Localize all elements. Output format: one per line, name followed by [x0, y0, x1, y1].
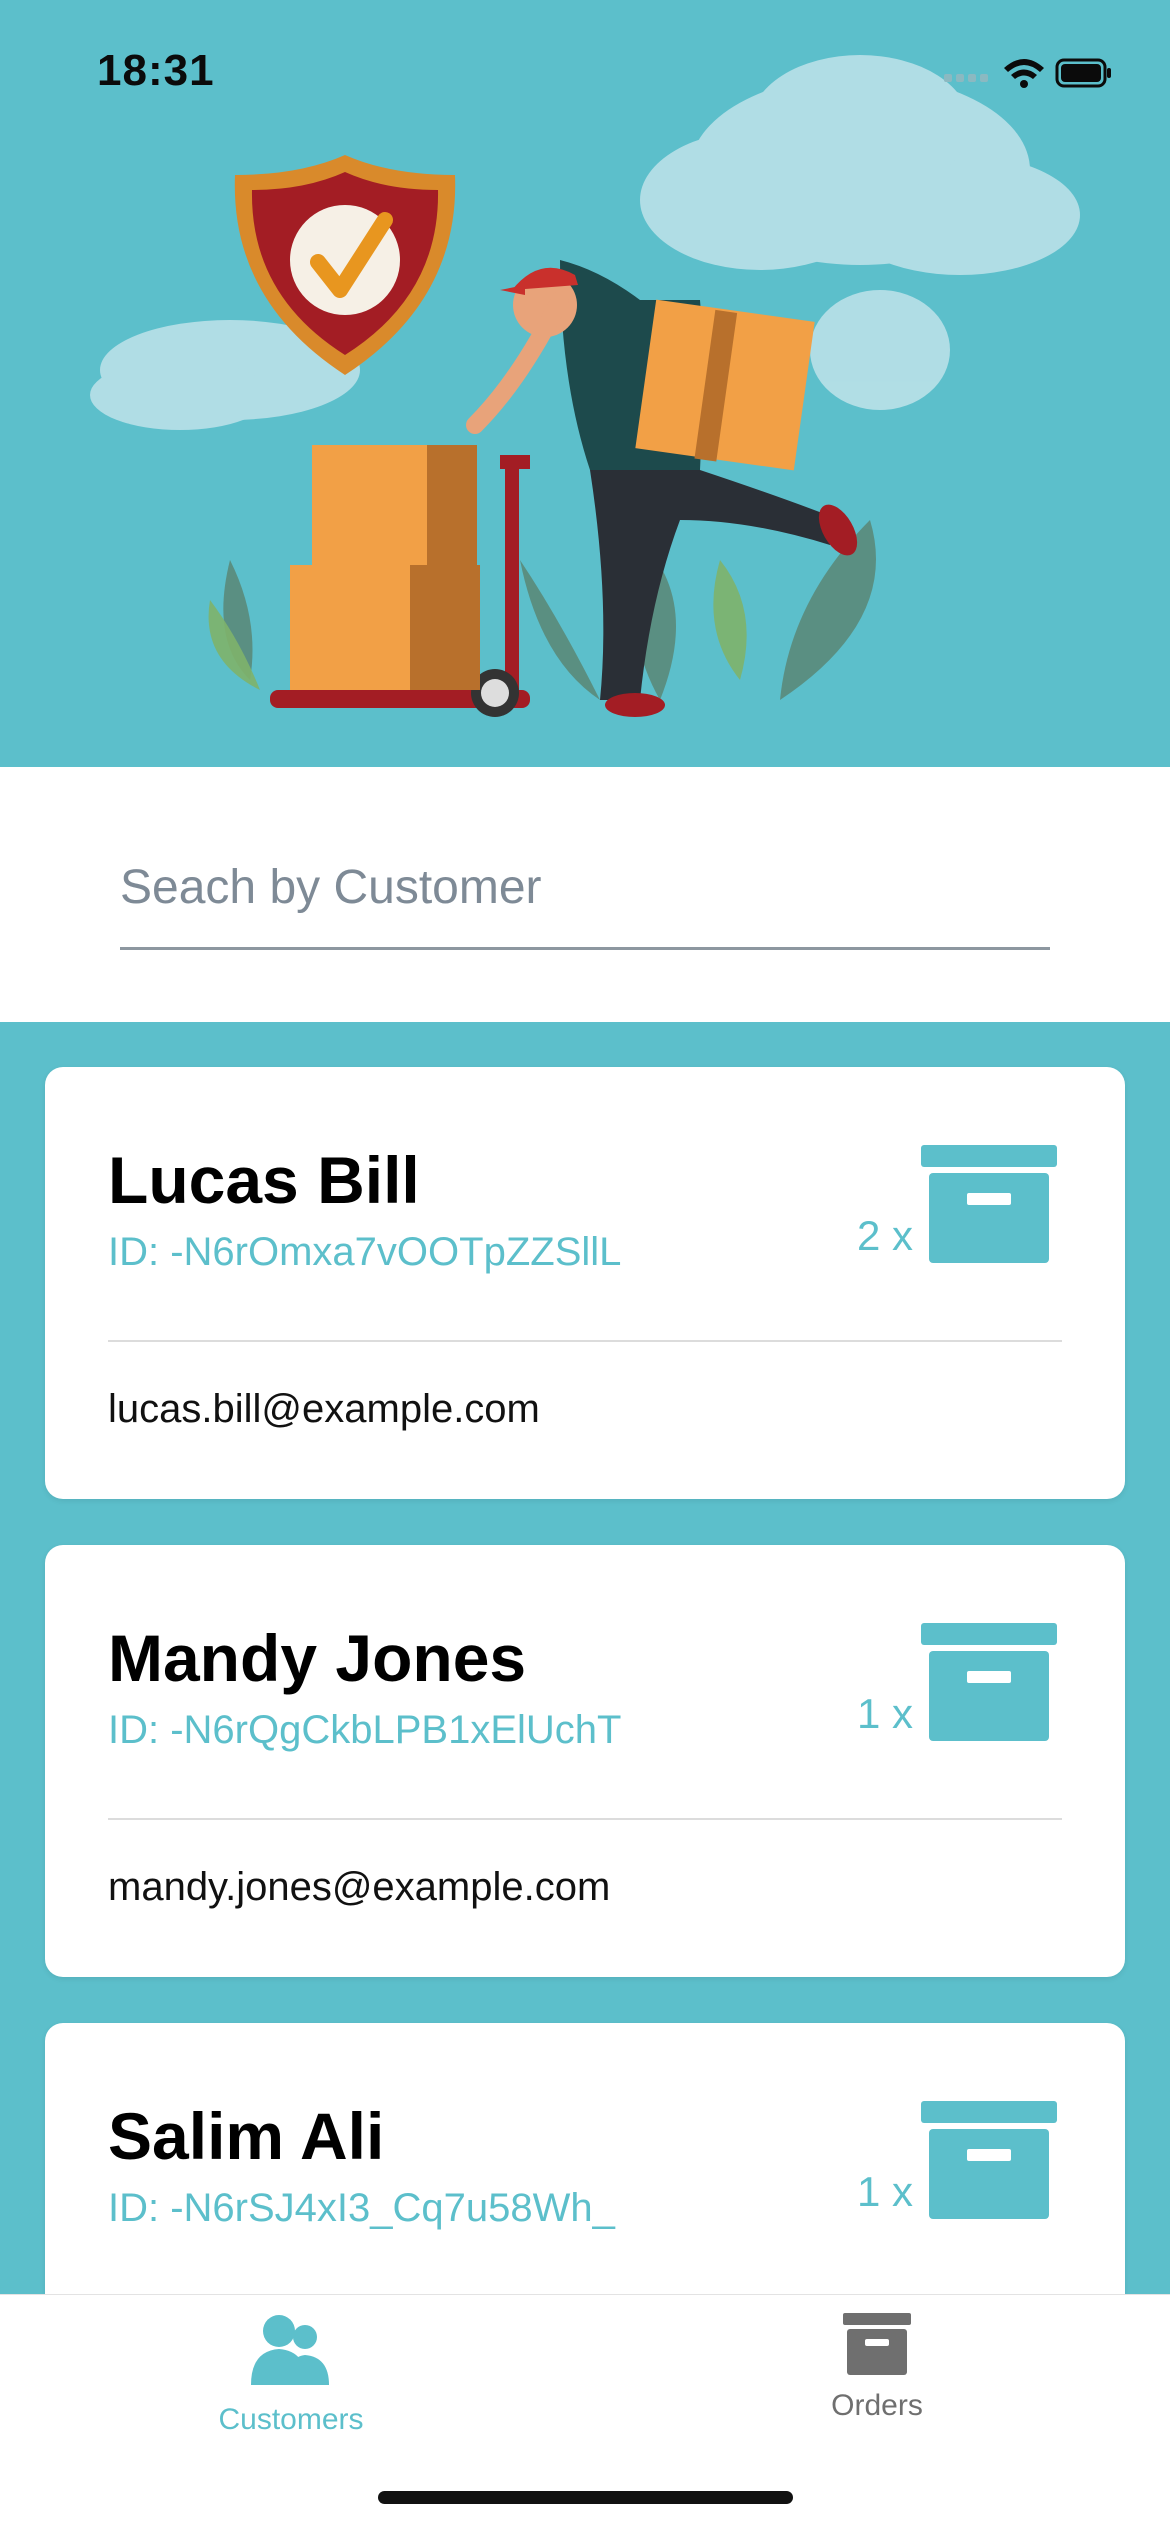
- customer-card[interactable]: Salim Ali ID: -N6rSJ4xI3_Cq7u58Wh_ 1 x: [45, 2023, 1125, 2294]
- archive-box-icon: [843, 2313, 911, 2375]
- order-count: 1 x: [856, 1690, 913, 1737]
- status-time: 18:31: [97, 46, 215, 95]
- tab-bar: Customers Orders: [0, 2294, 1170, 2532]
- tab-label: Orders: [831, 2389, 923, 2422]
- customer-email: mandy.jones@example.com: [108, 1865, 611, 1909]
- status-bar: 18:31: [0, 0, 1170, 150]
- search-section: [0, 767, 1170, 1022]
- search-underline: [120, 947, 1050, 950]
- customer-id: ID: -N6rOmxa7vOOTpZZSllL: [108, 1230, 622, 1274]
- archive-box-icon: [921, 2101, 1057, 2219]
- tab-customers[interactable]: Customers: [141, 2313, 441, 2463]
- customer-name: Lucas Bill: [108, 1143, 420, 1217]
- card-divider: [108, 1340, 1062, 1342]
- customer-email: lucas.bill@example.com: [108, 1387, 540, 1431]
- customers-icon: [251, 2315, 329, 2385]
- wifi-icon: [1004, 59, 1044, 88]
- customer-name: Mandy Jones: [108, 1621, 527, 1695]
- customer-list[interactable]: Lucas Bill ID: -N6rOmxa7vOOTpZZSllL 2 x …: [0, 1022, 1170, 2294]
- order-count: 2 x: [856, 1212, 913, 1259]
- customer-name: Salim Ali: [108, 2099, 385, 2173]
- customer-card[interactable]: Lucas Bill ID: -N6rOmxa7vOOTpZZSllL 2 x …: [45, 1067, 1125, 1499]
- order-count: 1 x: [856, 2168, 913, 2215]
- battery-icon: [1055, 58, 1111, 88]
- home-indicator: [378, 2491, 793, 2504]
- customer-id: ID: -N6rQgCkbLPB1xElUchT: [108, 1708, 622, 1752]
- customer-id: ID: -N6rSJ4xI3_Cq7u58Wh_: [108, 2186, 615, 2230]
- search-customer-input[interactable]: [120, 857, 1050, 917]
- tab-label: Customers: [218, 2403, 364, 2436]
- archive-box-icon: [921, 1623, 1057, 1741]
- tab-orders[interactable]: Orders: [727, 2313, 1027, 2463]
- hero-banner: 18:31: [0, 0, 1170, 767]
- card-divider: [108, 1818, 1062, 1820]
- archive-box-icon: [921, 1145, 1057, 1263]
- customer-card[interactable]: Mandy Jones ID: -N6rQgCkbLPB1xElUchT 1 x…: [45, 1545, 1125, 1977]
- cellular-signal-icon: [944, 74, 988, 82]
